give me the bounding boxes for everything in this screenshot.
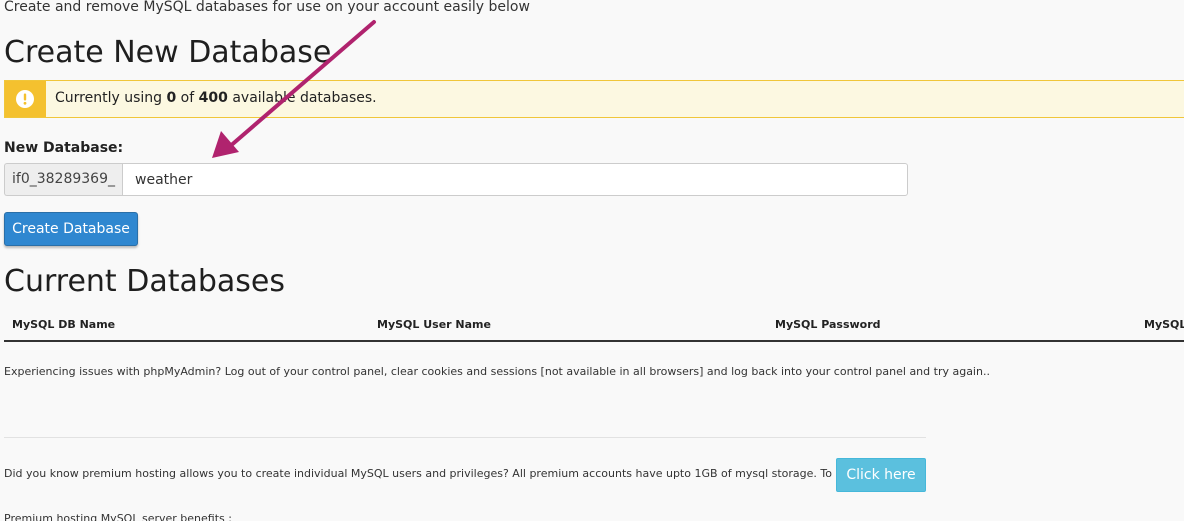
- alert-prefix: Currently using: [55, 90, 167, 106]
- column-header-mysql-host: MySQL: [1144, 318, 1184, 331]
- premium-benefits-text: Premium hosting MySQL server benefits :: [4, 512, 232, 521]
- annotation-arrow: [212, 20, 376, 158]
- premium-notice: Did you know premium hosting allows you …: [4, 467, 904, 480]
- used-count: 0: [166, 90, 177, 106]
- create-database-heading: Create New Database: [4, 35, 332, 70]
- new-database-label: New Database:: [4, 140, 124, 156]
- column-header-password: MySQL Password: [775, 318, 881, 331]
- databases-table-header: MySQL DB Name MySQL User Name MySQL Pass…: [4, 310, 1184, 342]
- section-divider: [4, 437, 926, 438]
- current-databases-heading: Current Databases: [4, 264, 285, 299]
- exclamation-circle-icon: [16, 90, 34, 108]
- click-here-button[interactable]: Click here: [836, 458, 926, 492]
- database-usage-alert: Currently using 0 of 400 available datab…: [4, 80, 1184, 118]
- create-database-button[interactable]: Create Database: [4, 212, 138, 246]
- alert-middle: of: [176, 90, 199, 106]
- alert-icon-box: [5, 81, 46, 117]
- alert-text: Currently using 0 of 400 available datab…: [55, 90, 377, 106]
- database-prefix: if0_38289369_: [4, 163, 122, 196]
- total-count: 400: [198, 90, 228, 106]
- intro-text: Create and remove MySQL databases for us…: [4, 0, 530, 15]
- new-database-input[interactable]: [122, 163, 908, 196]
- column-header-db-name: MySQL DB Name: [12, 318, 116, 331]
- column-header-user-name: MySQL User Name: [377, 318, 491, 331]
- alert-suffix: available databases.: [227, 90, 377, 106]
- phpmyadmin-issue-notice: Experiencing issues with phpMyAdmin? Log…: [4, 365, 990, 378]
